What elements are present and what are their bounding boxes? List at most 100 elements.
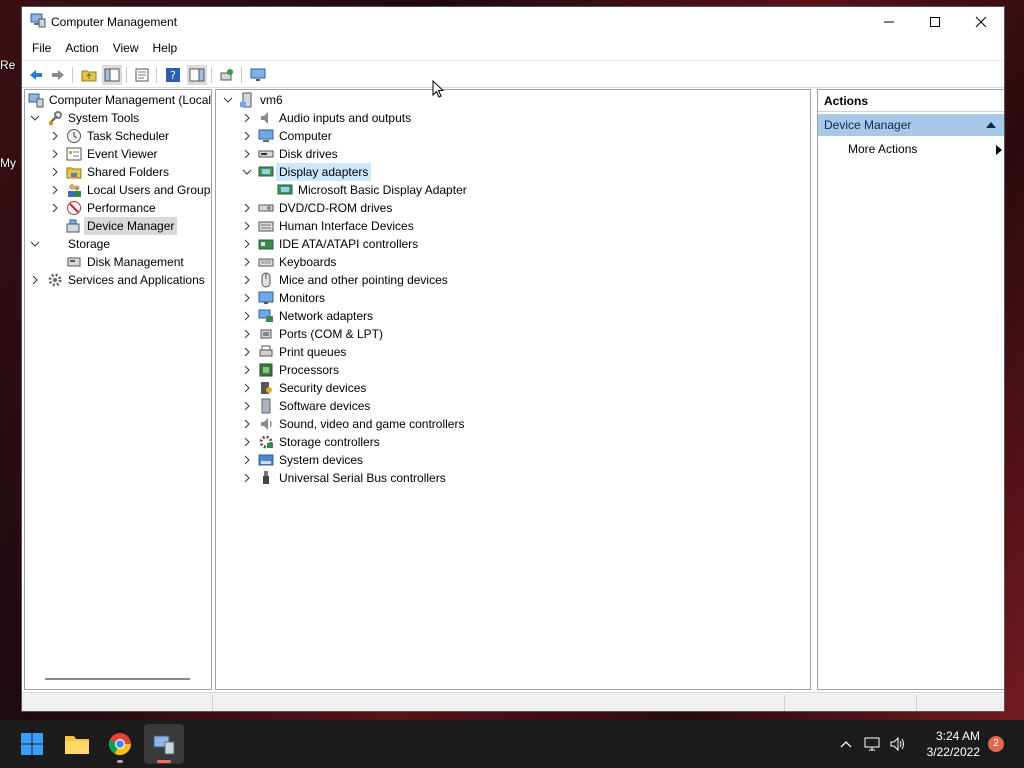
tree-item-disk-drives[interactable]: Disk drives	[216, 145, 810, 163]
chevron-right-icon[interactable]	[241, 418, 253, 430]
tree-item-computer[interactable]: Computer	[216, 127, 810, 145]
tree-item-event-viewer[interactable]: Event Viewer	[25, 145, 211, 163]
display-icon	[258, 166, 274, 177]
tree-item-computer-management[interactable]: Computer Management (Local	[25, 91, 211, 109]
show-hide-console-tree-button[interactable]	[102, 65, 122, 85]
chrome-button[interactable]	[100, 724, 140, 764]
up-one-level-button[interactable]	[79, 65, 99, 85]
chevron-right-icon[interactable]	[49, 202, 61, 214]
chevron-right-icon[interactable]	[241, 148, 253, 160]
show-hide-action-pane-button[interactable]	[187, 65, 207, 85]
tree-item-storage[interactable]: Storage	[25, 235, 211, 253]
chevron-right-icon[interactable]	[241, 112, 253, 124]
clock[interactable]: 3:24 AM 3/22/2022	[910, 728, 980, 760]
chevron-right-icon[interactable]	[241, 202, 253, 214]
chevron-right-icon[interactable]	[241, 220, 253, 232]
tree-item-task-scheduler[interactable]: Task Scheduler	[25, 127, 211, 145]
tree-item-usb-controllers[interactable]: Universal Serial Bus controllers	[216, 469, 810, 487]
chevron-right-icon[interactable]	[241, 292, 253, 304]
tree-item-vm6[interactable]: vm6	[216, 91, 810, 109]
chevron-right-icon[interactable]	[49, 166, 61, 178]
network-status-button[interactable]	[862, 720, 884, 768]
chevron-right-icon[interactable]	[241, 130, 253, 142]
tree-item-keyboards[interactable]: Keyboards	[216, 253, 810, 271]
tree-item-monitors[interactable]: Monitors	[216, 289, 810, 307]
tree-item-disk-management[interactable]: Disk Management	[25, 253, 211, 271]
menu-file[interactable]: File	[25, 38, 58, 58]
notification-badge[interactable]: 2	[988, 736, 1004, 752]
computer-management-taskbar-button[interactable]	[144, 724, 184, 764]
menu-action[interactable]: Action	[58, 38, 105, 58]
tree-item-dvd-cdrom-drives[interactable]: DVD/CD-ROM drives	[216, 199, 810, 217]
title-bar[interactable]: Computer Management	[22, 7, 1004, 37]
more-actions-item[interactable]: More Actions	[848, 140, 1002, 158]
volume-button[interactable]	[887, 720, 909, 768]
folder-icon	[65, 736, 89, 754]
chevron-right-icon[interactable]	[241, 454, 253, 466]
users-icon	[68, 184, 81, 197]
minimize-button[interactable]	[866, 7, 912, 37]
tree-item-local-users[interactable]: Local Users and Groups	[25, 181, 211, 199]
chevron-right-icon[interactable]	[241, 472, 253, 484]
tree-item-system-devices[interactable]: System devices	[216, 451, 810, 469]
chevron-right-icon[interactable]	[241, 382, 253, 394]
menu-help[interactable]: Help	[146, 38, 185, 58]
chevron-right-icon[interactable]	[49, 184, 61, 196]
tree-item-microsoft-basic-display-adapter[interactable]: Microsoft Basic Display Adapter	[216, 181, 810, 199]
chevron-right-icon[interactable]	[49, 130, 61, 142]
chevron-right-icon[interactable]	[241, 238, 253, 250]
horizontal-scrollbar[interactable]	[45, 678, 190, 680]
tree-item-sound-video-game-controllers[interactable]: Sound, video and game controllers	[216, 415, 810, 433]
tree-item-processors[interactable]: Processors	[216, 361, 810, 379]
forward-button[interactable]	[48, 65, 68, 85]
chevron-down-icon[interactable]	[222, 94, 234, 106]
mouse-icon	[261, 272, 271, 288]
chevron-right-icon[interactable]	[241, 436, 253, 448]
chevron-right-icon[interactable]	[241, 364, 253, 376]
chevron-right-icon[interactable]	[49, 148, 61, 160]
windows-logo-icon	[21, 733, 43, 755]
console-tree-icon	[104, 68, 120, 82]
back-button[interactable]	[26, 65, 46, 85]
tree-item-ide-ata-atapi-controllers[interactable]: IDE ATA/ATAPI controllers	[216, 235, 810, 253]
chevron-right-icon[interactable]	[241, 256, 253, 268]
chevron-right-icon[interactable]	[241, 400, 253, 412]
close-button[interactable]	[958, 7, 1004, 37]
disk-management-icon	[67, 257, 81, 267]
chevron-right-icon[interactable]	[241, 346, 253, 358]
tree-item-shared-folders[interactable]: Shared Folders	[25, 163, 211, 181]
tree-item-services-applications[interactable]: Services and Applications	[25, 271, 211, 289]
tree-item-print-queues[interactable]: Print queues	[216, 343, 810, 361]
tree-item-storage-controllers[interactable]: Storage controllers	[216, 433, 810, 451]
chevron-right-icon[interactable]	[241, 274, 253, 286]
display-devices-button[interactable]	[248, 65, 268, 85]
help-button[interactable]: ?	[163, 65, 183, 85]
maximize-button[interactable]	[912, 7, 958, 37]
tree-item-ports-com-lpt[interactable]: Ports (COM & LPT)	[216, 325, 810, 343]
tree-item-performance[interactable]: Performance	[25, 199, 211, 217]
chevron-down-icon[interactable]	[241, 166, 253, 178]
tree-item-security-devices[interactable]: Security devices	[216, 379, 810, 397]
tree-item-display-adapters[interactable]: Display adapters	[216, 163, 810, 181]
tree-item-system-tools[interactable]: System Tools	[25, 109, 211, 127]
chevron-down-icon[interactable]	[29, 112, 41, 124]
tree-item-human-interface-devices[interactable]: Human Interface Devices	[216, 217, 810, 235]
tree-item-mice-pointing-devices[interactable]: Mice and other pointing devices	[216, 271, 810, 289]
start-button[interactable]	[12, 724, 52, 764]
tree-item-software-devices[interactable]: Software devices	[216, 397, 810, 415]
menu-view[interactable]: View	[106, 38, 146, 58]
folder-up-icon	[81, 70, 97, 82]
scan-hardware-changes-button[interactable]	[217, 65, 237, 85]
tree-item-device-manager[interactable]: Device Manager	[25, 217, 211, 235]
chevron-right-icon[interactable]	[29, 274, 41, 286]
tree-item-audio-inputs-outputs[interactable]: Audio inputs and outputs	[216, 109, 810, 127]
chevron-right-icon[interactable]	[241, 328, 253, 340]
properties-button[interactable]	[132, 65, 152, 85]
show-hidden-icons-button[interactable]	[836, 720, 856, 768]
actions-section-device-manager[interactable]: Device Manager	[818, 114, 1004, 136]
tree-item-network-adapters[interactable]: Network adapters	[216, 307, 810, 325]
chevron-down-icon[interactable]	[29, 238, 41, 250]
chevron-right-icon[interactable]	[241, 310, 253, 322]
file-explorer-button[interactable]	[57, 724, 97, 764]
collapse-up-icon[interactable]	[986, 122, 996, 128]
